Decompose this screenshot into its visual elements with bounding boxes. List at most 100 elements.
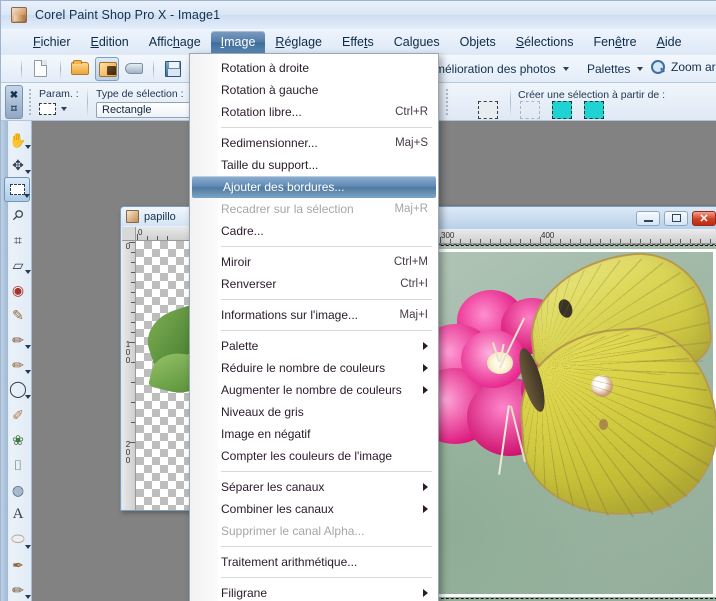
menu-item-cadre[interactable]: Cadre...	[190, 220, 438, 242]
menu-calques[interactable]: Calgues	[384, 31, 450, 54]
menu-item-reduire-couleurs[interactable]: Réduire le nombre de couleurs	[190, 357, 438, 379]
ruler-mark: 0	[125, 242, 131, 251]
menu-selections[interactable]: Sélections	[506, 31, 584, 54]
photo-enhance-menu[interactable]: mélioration des photos	[433, 60, 569, 78]
tool-move[interactable]: ✥	[6, 152, 31, 177]
menu-aide[interactable]: Aide	[647, 31, 692, 54]
shape-tool-icon: ⬭	[11, 530, 25, 548]
tool-smudge[interactable]: ✐	[6, 402, 30, 427]
tool-selection[interactable]	[4, 177, 30, 202]
warp-brush-tool-icon: ✏	[12, 581, 24, 598]
menu-item-label: Informations sur l'image...	[221, 308, 359, 322]
tool-picture-tube[interactable]: ❀	[6, 427, 30, 452]
save-button[interactable]	[161, 57, 185, 81]
selection-from-object-icon[interactable]	[584, 101, 604, 119]
menu-reglage[interactable]: Réglage	[265, 31, 332, 54]
close-button[interactable]: ✕	[692, 210, 716, 226]
tool-pen[interactable]: ✒	[6, 552, 30, 577]
app-icon	[11, 7, 27, 23]
submenu-arrow-icon	[423, 386, 428, 394]
menu-item-augmenter-couleurs[interactable]: Augmenter le nombre de couleurs	[190, 379, 438, 401]
menu-item-rotation-gauche[interactable]: Rotation à gauche	[190, 79, 438, 101]
menu-item-label: Miroir	[221, 255, 251, 269]
menu-item-redimensionner[interactable]: Redimensionner... Maj+S	[190, 132, 438, 154]
ruler-corner	[122, 227, 136, 241]
menu-item-niveaux-gris[interactable]: Niveaux de gris	[190, 401, 438, 423]
ruler-vertical: 0 100 200	[122, 241, 136, 510]
tool-paint-brush[interactable]: ✏	[6, 352, 31, 377]
tool-shape[interactable]: ⬭	[6, 527, 31, 552]
tool-clone-brush[interactable]: ✏	[6, 327, 31, 352]
minimize-button[interactable]	[636, 210, 660, 226]
menu-separator	[221, 546, 432, 547]
chevron-down-icon	[25, 545, 31, 549]
menu-item-shortcut: Maj+R	[394, 203, 428, 215]
marching-ants-icon[interactable]	[478, 101, 498, 119]
menu-item-miroir[interactable]: Miroir Ctrl+M	[190, 251, 438, 273]
menu-affichage[interactable]: Affichage	[139, 31, 211, 54]
zoom-out-button[interactable]: Zoom ar	[651, 60, 716, 74]
chevron-down-icon	[25, 270, 31, 274]
tool-warp-brush[interactable]: ✏	[6, 577, 31, 601]
menu-image[interactable]: Image	[210, 30, 266, 54]
chevron-down-icon	[25, 345, 31, 349]
menu-separator	[221, 246, 432, 247]
menu-edition[interactable]: Edition	[81, 31, 139, 54]
menu-item-combiner-canaux[interactable]: Combiner les canaux	[190, 498, 438, 520]
tool-makeover[interactable]: ✎	[6, 302, 30, 327]
menu-item-palette[interactable]: Palette	[190, 335, 438, 357]
selection-tool-icon	[9, 184, 25, 195]
chevron-down-icon	[25, 395, 31, 399]
tool-flood-fill[interactable]: ⌷	[6, 452, 30, 477]
close-icon[interactable]: ✖	[10, 90, 18, 101]
preset-thumb-icon	[39, 103, 56, 115]
tool-airbrush[interactable]: ◍	[6, 477, 30, 502]
menu-separator	[221, 330, 432, 331]
menu-item-rotation-droite[interactable]: Rotation à droite	[190, 57, 438, 79]
tool-eraser[interactable]: ◯	[6, 377, 31, 402]
menu-item-label: Filigrane	[221, 586, 268, 600]
pin-icon[interactable]: ⌑	[11, 104, 16, 115]
tool-pan[interactable]: ✋	[6, 127, 31, 152]
tool-crop[interactable]: ⌗	[6, 227, 30, 252]
tool-text[interactable]: A	[6, 502, 30, 527]
menu-fenetre[interactable]: Fenêtre	[583, 31, 646, 54]
menu-item-label: Cadre...	[221, 224, 264, 238]
menu-item-separer-canaux[interactable]: Séparer les canaux	[190, 476, 438, 498]
menu-item-taille-support[interactable]: Taille du support...	[190, 154, 438, 176]
menu-effets[interactable]: Effets	[332, 31, 384, 54]
menu-item-traitement-arithmetique[interactable]: Traitement arithmétique...	[190, 551, 438, 573]
menu-item-filigrane[interactable]: Filigrane	[190, 582, 438, 601]
menu-item-compter-couleurs[interactable]: Compter les couleurs de l'image	[190, 445, 438, 467]
tool-dropper[interactable]: ⚲	[6, 202, 30, 227]
browse-icon	[99, 61, 117, 77]
panel-dots-handle[interactable]	[445, 88, 449, 116]
menu-fichier[interactable]: Fichier	[23, 31, 81, 54]
scan-button[interactable]	[122, 57, 146, 81]
menu-item-informations-image[interactable]: Informations sur l'image... Maj+I	[190, 304, 438, 326]
tool-red-eye[interactable]: ◉	[6, 277, 30, 302]
menu-objets[interactable]: Objets	[450, 31, 506, 54]
chevron-down-icon	[24, 194, 30, 198]
new-document-button[interactable]	[29, 57, 53, 81]
menu-item-label: Augmenter le nombre de couleurs	[221, 383, 402, 397]
options-panel-grip: ✖ ⌑	[5, 85, 23, 119]
menu-item-ajouter-bordures[interactable]: Ajouter des bordures...	[192, 176, 436, 198]
image-menu-dropdown[interactable]: Rotation à droite Rotation à gauche Rota…	[189, 53, 439, 601]
chevron-down-icon	[637, 66, 644, 71]
selection-from-layer-icon[interactable]	[552, 101, 572, 119]
window-title: Corel Paint Shop Pro X - Image1	[35, 8, 221, 22]
panel-dots-handle[interactable]	[28, 88, 32, 116]
palettes-menu[interactable]: Palettes	[585, 60, 644, 78]
selection-from-alpha-icon[interactable]	[520, 101, 540, 119]
param-preset-button[interactable]	[39, 103, 67, 115]
maximize-button[interactable]	[664, 210, 688, 226]
toolbar-divider	[153, 58, 154, 79]
browse-button[interactable]	[95, 56, 119, 81]
menu-item-rotation-libre[interactable]: Rotation libre... Ctrl+R	[190, 101, 438, 123]
open-file-button[interactable]	[68, 57, 92, 81]
tool-perspective[interactable]: ▱	[6, 252, 31, 277]
menu-item-image-negatif[interactable]: Image en négatif	[190, 423, 438, 445]
scanner-icon	[125, 62, 143, 74]
menu-item-renverser[interactable]: Renverser Ctrl+I	[190, 273, 438, 295]
